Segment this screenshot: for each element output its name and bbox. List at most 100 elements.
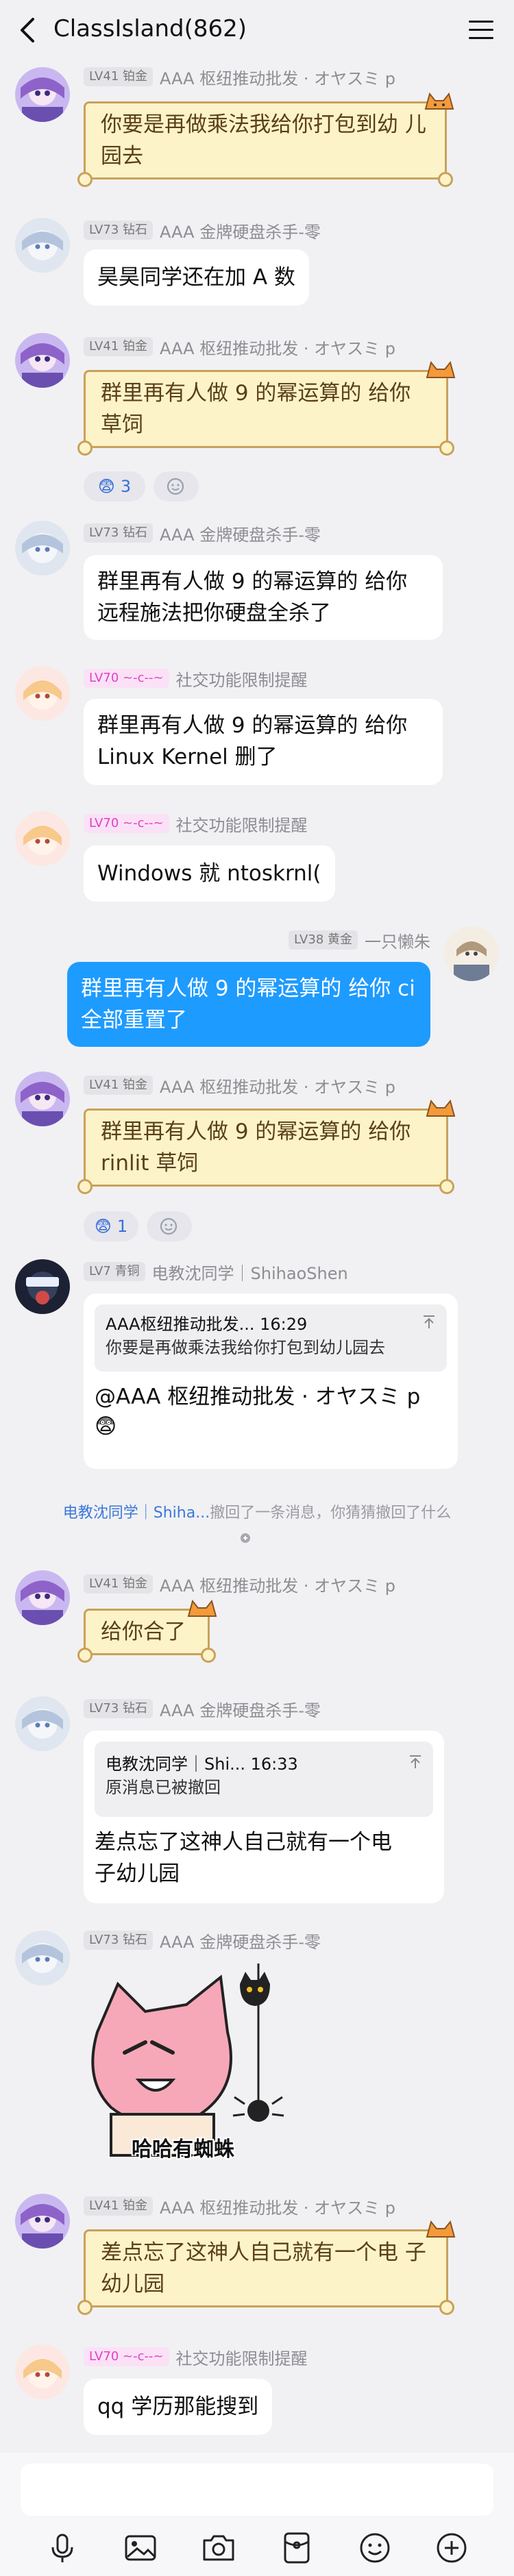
reaction-chip[interactable]: 😨 3 [84,471,145,501]
message-text: 草饲 [101,412,143,437]
message-bubble[interactable]: 群里再有人做 9 的幂运算的 给你 Linux Kernel 删了 [84,699,443,785]
self-avatar[interactable] [444,926,499,981]
jump-to-message-icon[interactable] [421,1314,437,1330]
avatar[interactable] [15,1570,70,1625]
reaction-count: 3 [120,477,132,496]
red-packet-icon[interactable] [278,2529,315,2566]
mic-icon[interactable] [44,2529,81,2566]
recall-notice: 电教沈同学｜Shiha...撤回了一条消息，你猜猜撤回了什么 [0,1500,514,1522]
sender-name[interactable]: 社交功能限制提醒 [176,812,308,836]
sticker-caption: 哈哈有蜘蛛 [132,2138,234,2162]
sender-meta: LV73 钻石 AAA 金牌硬盘杀手-零 [84,219,321,243]
level-badge: LV73 钻石 [84,221,153,240]
sender-meta: LV41 铂金 AAA 枢纽推动批发 · オヤスミ p [84,1572,395,1596]
avatar[interactable] [15,666,70,721]
level-badge: LV73 钻石 [84,523,153,543]
message-text: @AAA 枢纽推动批发 · オヤスミ p [95,1385,421,1409]
level-badge: LV41 铂金 [84,2196,153,2216]
message-text: qq 学历那能搜到 [97,2394,259,2419]
reaction-chip[interactable]: 😨 1 [84,1211,138,1241]
emoji-icon[interactable] [356,2529,393,2566]
sender-name[interactable]: AAA 枢纽推动批发 · オヤスミ p [160,2194,395,2218]
level-badge: LV38 黄金 [289,930,358,950]
quoted-message[interactable]: 电教沈同学｜Shi... 16:33 原消息已被撤回 [95,1742,433,1817]
plus-icon[interactable] [433,2529,470,2566]
sender-name[interactable]: AAA 金牌硬盘杀手-零 [160,521,321,545]
sender-name[interactable]: 电教沈同学｜ShihaoShen [152,1260,348,1284]
sender-name[interactable]: AAA 金牌硬盘杀手-零 [160,1929,321,1953]
quote-author: AAA枢纽推动批发... 16:29 [106,1315,308,1334]
back-icon[interactable] [15,15,42,45]
scroll-curl-decoration [77,1648,93,1663]
message-bubble[interactable]: Windows 就 ntoskrnl( [84,845,335,902]
level-badge: LV73 钻石 [84,1931,153,1950]
avatar[interactable] [15,1259,70,1314]
avatar[interactable] [15,2344,70,2399]
image-icon[interactable] [122,2529,159,2566]
avatar[interactable] [15,521,70,575]
sender-name[interactable]: AAA 枢纽推动批发 · オヤスミ p [160,65,395,89]
sender-meta: LV41 铂金 AAA 枢纽推动批发 · オヤスミ p [84,1074,395,1098]
scroll-curl-decoration [201,1648,216,1663]
avatar[interactable] [15,2194,70,2249]
level-badge: LV73 钻石 [84,1699,153,1718]
scroll-curl-decoration [439,2300,454,2315]
recall-user-link[interactable]: 电教沈同学｜Shiha... [63,1504,210,1522]
sender-name[interactable]: 社交功能限制提醒 [176,2345,308,2369]
message-text: Windows 就 ntoskrnl( [97,861,321,886]
add-reaction-button[interactable] [154,471,199,501]
reaction-emoji: 😨 [94,1217,112,1236]
scroll-curl-decoration [439,1179,454,1194]
message-text: 给你合了 [101,1620,186,1644]
sender-name[interactable]: 一只懒朱 [365,928,430,952]
message-bubble[interactable]: 电教沈同学｜Shi... 16:33 原消息已被撤回 差点忘了这神人自己就有一个… [84,1731,444,1903]
message-bubble[interactable]: qq 学历那能搜到 [84,2379,273,2435]
avatar[interactable] [15,67,70,122]
avatar[interactable] [15,1696,70,1751]
avatar[interactable] [15,1072,70,1126]
sender-name[interactable]: AAA 金牌硬盘杀手-零 [160,1697,321,1721]
cat-decoration-icon [426,360,456,378]
avatar[interactable] [15,218,70,273]
avatar[interactable] [15,1931,70,1985]
message-bubble[interactable]: 差点忘了这神人自己就有一个电 子幼儿园 [77,2220,456,2315]
level-badge: LV7 青铜 [84,1262,145,1281]
message-bubble[interactable]: 群里再有人做 9 的幂运算的 给你 草饲 [77,360,456,456]
sender-name[interactable]: AAA 枢纽推动批发 · オヤスミ p [160,1074,395,1098]
quoted-message[interactable]: AAA枢纽推动批发... 16:29 你要是再做乘法我给你打包到幼儿园去 [95,1304,447,1372]
message-bubble[interactable]: 你要是再做乘法我给你打包到幼 儿园去 [77,92,454,187]
chat-window: ClassIsland(862) LV41 铂金 AAA 枢纽推动批发 · オヤ… [0,0,514,2576]
message-bubble[interactable]: 群里再有人做 9 的幂运算的 给你 ci 全部重置了 [67,962,430,1047]
header: ClassIsland(862) [0,0,514,60]
jump-to-message-icon[interactable] [407,1754,424,1770]
sender-meta: LV41 铂金 AAA 枢纽推动批发 · オヤスミ p [84,336,395,358]
menu-icon[interactable] [467,18,495,42]
scroll-curl-decoration [77,1179,93,1194]
message-bubble[interactable]: 昊昊同学还在加 A 数 [84,249,309,306]
message-bubble[interactable]: 群里再有人做 9 的幂运算的 给你 远程施法把你硬盘全杀了 [84,555,443,640]
avatar[interactable] [15,333,70,388]
sender-name[interactable]: AAA 金牌硬盘杀手-零 [160,219,321,243]
sender-name[interactable]: AAA 枢纽推动批发 · オヤスミ p [160,335,395,359]
message-text: 你要是再做乘法我给你打包到幼 [101,112,398,137]
message-bubble[interactable]: 给你合了 [77,1599,217,1663]
reaction-emoji: 😨 [97,477,115,496]
camera-icon[interactable] [200,2529,237,2566]
add-reaction-button[interactable] [147,1211,192,1241]
message-text: 😨 [95,1414,117,1439]
message-text: 群里再有人做 9 的幂运算的 给你 [97,569,408,594]
sender-name[interactable]: 社交功能限制提醒 [176,667,308,691]
message-input[interactable] [21,2464,493,2516]
message-bubble[interactable]: 群里再有人做 9 的幂运算的 给你 rinlit 草饲 [77,1099,456,1194]
message-text: 昊昊同学还在加 A 数 [97,265,295,290]
sender-meta: LV70 ~-c--~ 社交功能限制提醒 [84,667,308,691]
message-text: 差点忘了这神人自己就有一个电 [101,2240,398,2265]
sticker-image[interactable]: 哈哈有蜘蛛 [84,1957,296,2169]
sender-name[interactable]: AAA 枢纽推动批发 · オヤスミ p [160,1572,395,1596]
message-text: Linux Kernel 删了 [97,745,278,769]
sender-meta: LV41 铂金 AAA 枢纽推动批发 · オヤスミ p [84,2194,395,2218]
level-badge: LV41 铂金 [84,1574,153,1594]
message-bubble[interactable]: AAA枢纽推动批发... 16:29 你要是再做乘法我给你打包到幼儿园去 @AA… [84,1293,458,1469]
recall-guess-icon[interactable] [239,1532,252,1544]
avatar[interactable] [15,811,70,866]
